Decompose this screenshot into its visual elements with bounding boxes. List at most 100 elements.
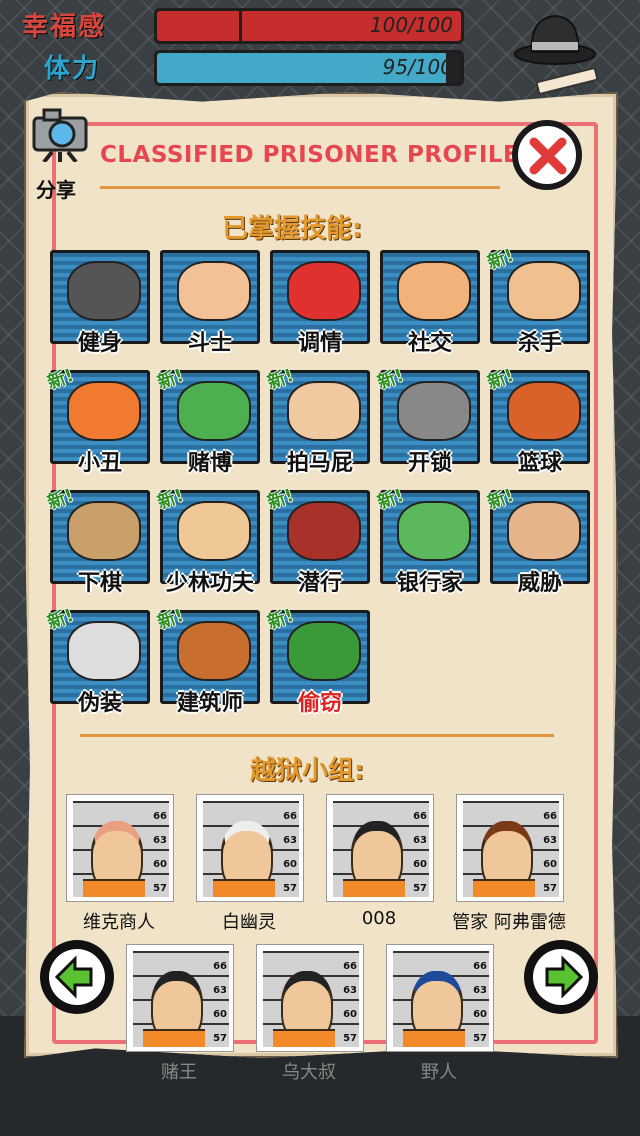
prison-shirt [273,1029,335,1047]
skill-label: 开锁 [407,451,452,476]
height-mark: 66 [543,811,557,822]
dollar-hand-icon [287,621,361,681]
mugshot-photo: 66 63 60 57 [333,801,429,897]
height-mark: 63 [153,835,167,846]
height-chart: 66 63 60 57 [283,805,297,901]
mugshot-photo: 66 63 60 57 [203,801,299,897]
skill-tile[interactable]: 新! 拍马屁 [265,365,370,476]
skill-tile[interactable]: 社交 [380,250,480,356]
skill-label: 下棋 [77,571,122,596]
skill-tile[interactable]: 新! 偷窃 [265,605,370,716]
camera-icon[interactable] [30,102,90,162]
skill-tile[interactable]: 新! 少林功夫 [155,485,260,596]
butt-icon [287,381,361,441]
height-mark: 63 [283,835,297,846]
height-mark: 66 [153,811,167,822]
team-member-name: 野人 [421,1062,457,1083]
skill-tile[interactable]: 新! 开锁 [375,365,480,476]
fedora-hat-icon[interactable] [512,8,598,68]
skill-label: 伪装 [77,691,122,716]
height-mark: 57 [153,883,167,894]
team-member-card[interactable]: 66 63 60 57 [326,794,434,902]
team-member-card[interactable]: 66 63 60 57 [196,794,304,902]
ninja-icon [287,501,361,561]
skill-tile[interactable]: 新! 篮球 [485,365,590,476]
skill-tile[interactable]: 斗士 [160,250,260,356]
share-label[interactable]: 分享 [36,174,76,203]
height-mark: 60 [473,1009,487,1020]
skill-tile[interactable]: 新! 赌博 [155,365,260,476]
height-mark: 66 [343,961,357,972]
skill-tile[interactable]: 新! 小丑 [45,365,150,476]
mugshot-photo: 66 63 60 57 [133,951,229,1047]
prison-shirt [403,1029,465,1047]
title-underline [100,186,500,189]
height-mark: 63 [213,985,227,996]
height-mark: 63 [473,985,487,996]
skill-tile[interactable]: 新! 潜行 [265,485,370,596]
height-mark: 60 [153,859,167,870]
skill-label: 杀手 [517,331,562,356]
next-page-button[interactable] [524,940,598,1014]
disguise-icon [67,621,141,681]
mugshot-photo: 66 63 60 57 [73,801,169,897]
stamina-label: 体力 [44,54,101,84]
banker-icon [397,501,471,561]
team-heading: 越狱小组: [250,756,365,786]
team-member-card[interactable]: 66 63 60 57 [126,944,234,1052]
team-member-name: 白幽灵 [222,912,276,933]
height-mark: 60 [343,1009,357,1020]
team-member-name: 赌王 [161,1062,197,1083]
skill-label: 社交 [407,331,452,356]
skill-label: 少林功夫 [165,571,254,596]
height-mark: 57 [213,1033,227,1044]
skill-tile[interactable]: 调情 [270,250,370,356]
skill-label: 篮球 [517,451,562,476]
stamina-value: 95/100 [382,55,453,79]
prev-page-button[interactable] [40,940,114,1014]
height-mark: 63 [343,985,357,996]
handshake-icon [397,261,471,321]
height-mark: 66 [413,811,427,822]
skill-tile[interactable]: 新! 伪装 [45,605,150,716]
skill-label: 赌博 [187,451,232,476]
skill-tile[interactable]: 健身 [50,250,150,356]
skill-tile[interactable]: 新! 建筑师 [155,605,260,716]
skill-label: 调情 [297,331,342,356]
height-mark: 57 [473,1033,487,1044]
prison-shirt [143,1029,205,1047]
skill-label: 潜行 [297,571,342,596]
team-member-name: 管家 阿弗雷德 [452,912,566,933]
skill-tile[interactable]: 新! 下棋 [45,485,150,596]
height-mark: 60 [213,1009,227,1020]
height-chart: 66 63 60 57 [343,955,357,1051]
kungfu-icon [177,501,251,561]
skill-label: 小丑 [77,451,122,476]
skill-label: 健身 [77,331,122,356]
skills-heading: 已掌握技能: [222,214,363,244]
knife-hand-icon [507,261,581,321]
height-mark: 63 [413,835,427,846]
height-mark: 57 [543,883,557,894]
skill-tile[interactable]: 新! 威胁 [485,485,590,596]
mugshot-photo: 66 63 60 57 [463,801,559,897]
height-mark: 57 [413,883,427,894]
clown-icon [67,381,141,441]
team-member-card[interactable]: 66 63 60 57 [456,794,564,902]
skill-label: 威胁 [517,571,562,596]
team-member-card[interactable]: 66 63 60 57 [256,944,364,1052]
happiness-bar: 100/100 [154,8,464,44]
team-member-name: 008 [361,908,397,929]
basketball-icon [507,381,581,441]
skill-tile[interactable]: 新! 银行家 [375,485,480,596]
team-member-card[interactable]: 66 63 60 57 [386,944,494,1052]
stamina-bar: 95/100 [154,50,464,86]
skill-tile[interactable]: 新! 杀手 [485,245,590,356]
team-member-card[interactable]: 66 63 60 57 [66,794,174,902]
close-button[interactable] [512,120,582,190]
height-mark: 60 [283,859,297,870]
cards-money-icon [177,381,251,441]
prison-shirt [213,879,275,897]
height-mark: 63 [543,835,557,846]
love-heart-icon [287,261,361,321]
